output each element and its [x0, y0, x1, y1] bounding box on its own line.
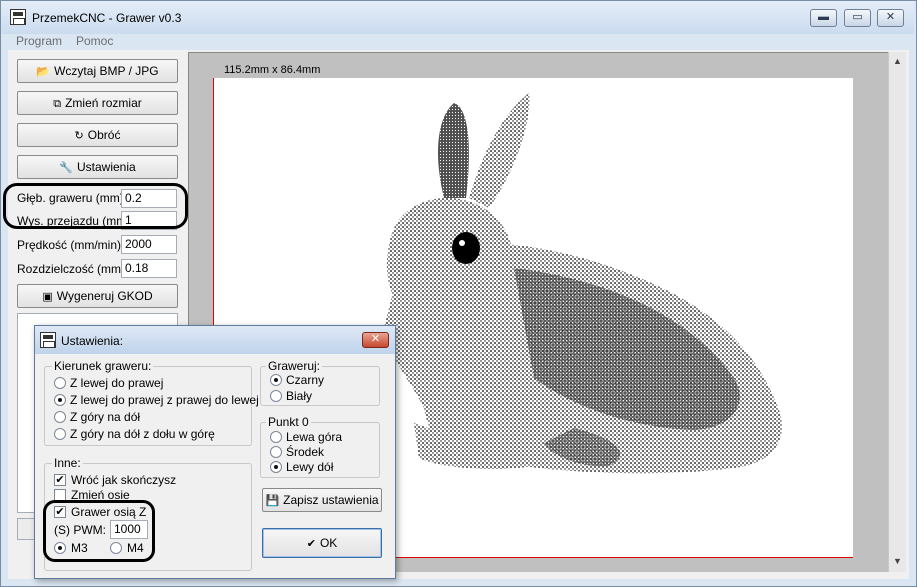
- save-settings-button[interactable]: 💾 Zapisz ustawienia: [262, 488, 382, 512]
- resize-label: Zmień rozmiar: [65, 96, 142, 110]
- other-group-title: Inne:: [52, 456, 83, 470]
- engrave-radio[interactable]: [270, 374, 282, 386]
- dialog-app-icon: [40, 332, 56, 348]
- direction-label: Z lewej do prawej z prawej do lewej: [70, 393, 259, 407]
- generate-gcode-label: Wygeneruj GKOD: [56, 289, 153, 303]
- scroll-up-icon[interactable]: ▲: [893, 56, 902, 66]
- direction-radio[interactable]: [54, 377, 66, 389]
- engrave-label: Biały: [286, 389, 313, 403]
- highlight-oval: [3, 183, 188, 229]
- direction-group-title: Kierunek graweru:: [52, 359, 154, 373]
- engrave-radio[interactable]: [270, 390, 282, 402]
- menu-bar: Program Pomoc: [1, 34, 914, 50]
- menu-pomoc[interactable]: Pomoc: [76, 34, 113, 48]
- ok-label: OK: [319, 536, 338, 550]
- origin-group-title: Punkt 0: [266, 415, 311, 429]
- settings-button[interactable]: 🔧 Ustawienia: [17, 155, 178, 179]
- rotate-button[interactable]: ↻ Obróć: [17, 123, 178, 147]
- speed-label: Prędkość (mm/min):: [17, 238, 125, 252]
- direction-radio[interactable]: [54, 394, 66, 406]
- settings-dialog: Ustawienia: ✕ Kierunek graweru: Graweruj…: [34, 325, 396, 579]
- gcode-icon: ▣: [42, 291, 53, 303]
- image-dimensions: 115.2mm x 86.4mm: [224, 64, 321, 76]
- engrave-group-title: Graweruj:: [266, 359, 323, 373]
- highlight-oval-dialog: [43, 500, 155, 562]
- wrench-icon: 🔧: [59, 162, 73, 174]
- resize-button[interactable]: ⧉ Zmień rozmiar: [17, 91, 178, 115]
- direction-label: Z lewej do prawej: [70, 376, 164, 390]
- direction-radio[interactable]: [54, 428, 66, 440]
- rotate-icon: ↻: [74, 130, 84, 142]
- return-label: Wróć jak skończysz: [71, 473, 177, 487]
- load-image-label: Wczytaj BMP / JPG: [54, 64, 159, 78]
- vertical-scrollbar[interactable]: ▲ ▼: [888, 52, 906, 572]
- window-title: PrzemekCNC - Grawer v0.3: [32, 11, 182, 25]
- engrave-label: Czarny: [286, 373, 325, 387]
- origin-label: Środek: [286, 445, 325, 459]
- title-bar[interactable]: PrzemekCNC - Grawer v0.3 ▬ ▭ ✕: [1, 1, 914, 34]
- origin-radio[interactable]: [270, 461, 282, 473]
- speed-input[interactable]: 2000: [121, 235, 177, 254]
- settings-label: Ustawienia: [77, 160, 136, 174]
- scroll-down-icon[interactable]: ▼: [893, 556, 902, 566]
- resolution-label: Rozdzielczość (mm):: [17, 262, 129, 276]
- dialog-title: Ustawienia:: [61, 334, 124, 348]
- origin-label: Lewy dół: [286, 460, 334, 474]
- maximize-button[interactable]: ▭: [844, 9, 871, 27]
- return-checkbox[interactable]: ✔: [54, 474, 66, 486]
- close-button[interactable]: ✕: [877, 9, 904, 27]
- save-icon: 💾: [265, 495, 280, 507]
- dialog-close-button[interactable]: ✕: [362, 332, 389, 348]
- origin-label: Lewa góra: [286, 430, 343, 444]
- save-settings-label: Zapisz ustawienia: [283, 493, 379, 507]
- minimize-button[interactable]: ▬: [810, 9, 837, 27]
- menu-program[interactable]: Program: [16, 34, 62, 48]
- app-icon: [10, 9, 26, 25]
- direction-radio[interactable]: [54, 411, 66, 423]
- dialog-title-bar[interactable]: Ustawienia: ✕: [35, 326, 395, 354]
- ok-button[interactable]: ✔ OK: [262, 528, 382, 558]
- resize-icon: ⧉: [53, 98, 62, 110]
- rotate-label: Obróć: [87, 128, 121, 142]
- origin-radio[interactable]: [270, 446, 282, 458]
- folder-open-icon: 📂: [36, 66, 51, 78]
- load-image-button[interactable]: 📂 Wczytaj BMP / JPG: [17, 59, 178, 83]
- origin-radio[interactable]: [270, 431, 282, 443]
- resolution-input[interactable]: 0.18: [121, 259, 177, 278]
- direction-label: Z góry na dół: [70, 410, 141, 424]
- generate-gcode-button[interactable]: ▣ Wygeneruj GKOD: [17, 284, 178, 308]
- direction-label: Z góry na dół z dołu w górę: [70, 427, 215, 441]
- check-icon: ✔: [306, 538, 316, 550]
